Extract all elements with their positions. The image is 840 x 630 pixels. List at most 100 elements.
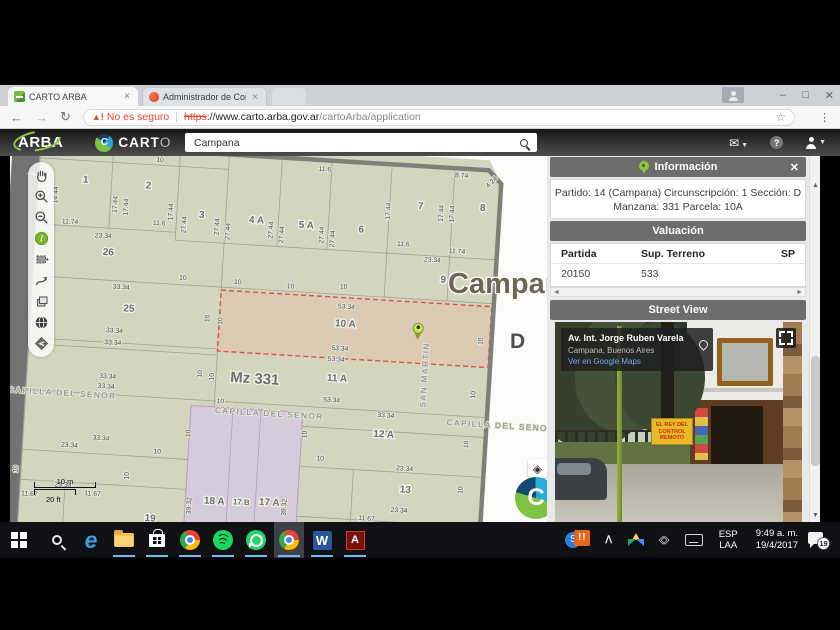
taskbar-search-button[interactable]	[42, 522, 72, 558]
scroll-up-icon[interactable]: ▲	[810, 180, 821, 192]
city-big-label: Campan	[448, 268, 557, 301]
info-panel: Información ✕ Partido: 14 (Campana) Circ…	[547, 156, 820, 522]
layers-tool-button[interactable]	[30, 291, 52, 312]
link-icon[interactable]: ⧉	[656, 532, 673, 549]
arba-logo: ARBA	[18, 134, 63, 151]
dimension-label: 17.44	[112, 196, 120, 214]
carto-globe-icon: C	[95, 134, 113, 152]
clock[interactable]: 9:49 a. m. 19/4/2017	[756, 528, 798, 552]
carto-logo: C CART O	[95, 134, 171, 152]
tray-expand-icon[interactable]: ᐱ	[605, 535, 612, 546]
language-indicator[interactable]: ESP LAA	[719, 529, 738, 551]
tray-app-icon[interactable]: S !!	[565, 529, 591, 551]
back-button[interactable]: ←	[10, 110, 23, 125]
taskbar-edge[interactable]: e	[76, 522, 106, 558]
info-tool-button[interactable]: i	[30, 228, 52, 249]
keyboard-icon[interactable]	[685, 534, 703, 546]
taskbar-chrome-active[interactable]	[274, 522, 304, 558]
profile-button[interactable]	[722, 87, 744, 103]
scrollbar-thumb[interactable]	[811, 356, 820, 466]
search-input[interactable]	[185, 137, 520, 149]
taskbar-file-explorer[interactable]	[109, 522, 139, 558]
reload-button[interactable]: ↻	[60, 109, 71, 125]
pan-tool-button[interactable]	[30, 165, 52, 186]
globe-tool-button[interactable]	[30, 312, 52, 333]
tab-carto-arba[interactable]: CARTO ARBA ×	[8, 87, 138, 106]
panel-scrollbar[interactable]: ▲ ▼	[809, 156, 820, 522]
tab-close-icon[interactable]: ×	[122, 91, 132, 102]
notification-center-icon[interactable]: 19	[808, 530, 830, 550]
parcel-label: 18 A	[204, 495, 225, 507]
warning-icon: ▲!	[92, 112, 104, 122]
col-sp: SP	[767, 248, 795, 260]
dimension-label: 23.34	[396, 465, 414, 473]
streetview-city: Campana, Buenos Aires	[568, 346, 691, 355]
back-tool-button[interactable]	[30, 333, 52, 354]
taskbar-spotify[interactable]	[208, 522, 238, 558]
zoom-out-button[interactable]	[30, 207, 52, 228]
dimension-label: 10	[185, 429, 192, 437]
acrobat-icon: A	[346, 531, 365, 550]
building-window	[717, 338, 773, 386]
security-label: No es seguro	[107, 111, 169, 123]
bookmark-star-icon[interactable]: ☆	[775, 110, 786, 124]
dimension-label: 10	[463, 440, 470, 448]
main-content: 1234 A5 A6789262510 A11 AMz 33112 A1318 …	[0, 156, 840, 522]
zoom-extent-button[interactable]	[30, 249, 52, 270]
folder-icon	[114, 533, 134, 547]
user-menu[interactable]: ▼	[805, 137, 826, 149]
streetview-address: Av. Int. Jorge Ruben Varela	[568, 333, 691, 344]
taskbar-store[interactable]	[142, 522, 172, 558]
forward-button[interactable]: →	[35, 110, 48, 125]
dimension-label: 53.34	[327, 356, 345, 364]
taskbar-acrobat[interactable]: A	[340, 522, 370, 558]
tab-close-icon[interactable]: ×	[250, 92, 260, 103]
panel-close-icon[interactable]: ✕	[790, 161, 799, 174]
taskbar-chrome-1[interactable]	[175, 522, 205, 558]
measure-tool-button[interactable]	[30, 270, 52, 291]
notification-count: 19	[817, 537, 830, 550]
search-icon[interactable]	[520, 139, 528, 147]
help-icon[interactable]: ?	[770, 136, 783, 149]
dimension-label: 10	[301, 430, 308, 438]
dimension-label: 27.44	[214, 218, 222, 236]
taskbar-word[interactable]: W	[307, 522, 337, 558]
zoom-in-button[interactable]	[30, 186, 52, 207]
parcel-info-line1: Partido: 14 (Campana) Circunscripción: 1…	[551, 186, 805, 200]
cell-partida: 20150	[561, 268, 641, 280]
mail-menu[interactable]: ✉▼	[729, 134, 748, 152]
geolocate-button[interactable]: ◈	[528, 459, 547, 478]
map-search-box[interactable]	[185, 133, 537, 152]
restore-button[interactable]: □	[802, 89, 809, 101]
dimension-label: 27.44	[329, 230, 337, 248]
admin-favicon	[149, 92, 159, 102]
parked-car	[555, 458, 607, 500]
tab-title: Administrador de Conte	[163, 92, 246, 102]
table-horizontal-scrollbar[interactable]: ◄►	[550, 287, 806, 297]
close-window-button[interactable]: ✕	[825, 89, 834, 102]
address-bar[interactable]: ▲! No es seguro | https ://www.carto.arb…	[83, 109, 795, 126]
streetview-maps-link[interactable]: Ver en Google Maps	[568, 357, 691, 366]
edge-icon: e	[85, 530, 98, 550]
streetview-image[interactable]: EL REY DEL CONTROL REMOTO Av. Int. Jorge…	[555, 322, 802, 522]
scroll-down-icon[interactable]: ▼	[810, 510, 821, 522]
col-partida: Partida	[561, 248, 641, 260]
dimension-label: 17.44	[167, 203, 175, 221]
browser-menu-icon[interactable]: ⋮	[819, 111, 830, 124]
user-icon	[805, 137, 817, 149]
dimension-label: 23.34	[61, 442, 79, 450]
alert-badge: !!	[574, 530, 590, 546]
google-drive-icon[interactable]	[628, 533, 644, 547]
tab-administrador[interactable]: Administrador de Conte ×	[142, 87, 267, 106]
fullscreen-button[interactable]	[776, 328, 796, 348]
carto-text-bold: CART	[118, 135, 160, 150]
avatar-head	[731, 91, 736, 96]
map-canvas[interactable]: 1234 A5 A6789262510 A11 AMz 33112 A1318 …	[10, 156, 557, 522]
taskbar-whatsapp[interactable]	[241, 522, 271, 558]
dimension-label: 33.34	[377, 412, 395, 420]
new-tab-button[interactable]	[272, 88, 306, 105]
table-row[interactable]: 20150 533	[551, 264, 805, 283]
dimension-label: 10	[234, 279, 242, 286]
minimize-button[interactable]: –	[780, 89, 786, 101]
start-button[interactable]	[4, 522, 34, 558]
